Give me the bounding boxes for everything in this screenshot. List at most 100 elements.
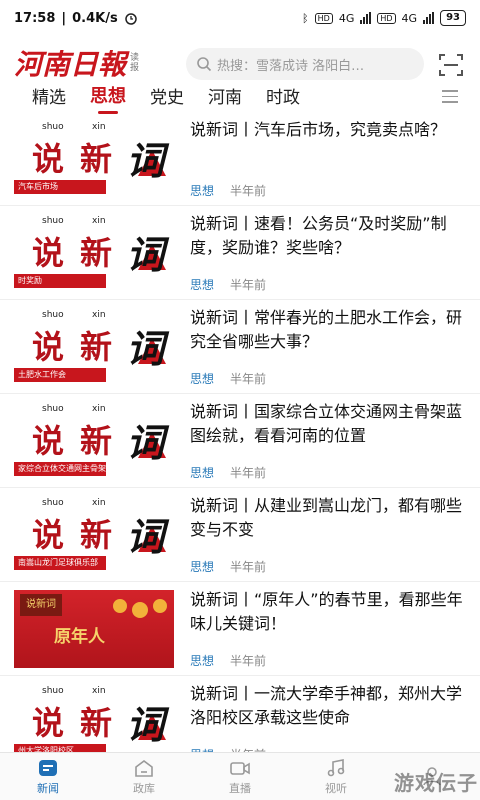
nav-item-1[interactable]: 政库	[96, 753, 192, 800]
thumbnail-char: 新	[80, 234, 113, 272]
thumbnail-pinyin: xin	[92, 686, 106, 696]
thumbnail-char: 新	[80, 140, 113, 178]
thumbnail-char: 词	[126, 702, 165, 747]
thumbnail-char: 词	[126, 420, 165, 465]
video-icon	[230, 761, 250, 775]
list-item[interactable]: 说新词 原年人 说新词丨“原年人”的春节里，看那些年味儿关键词！ 思想 半年前	[0, 582, 480, 676]
search-icon	[197, 57, 212, 72]
thumbnail-band: 汽车后市场	[14, 180, 106, 194]
signal-icon	[360, 12, 372, 24]
thumbnail-pinyin: shuo	[42, 122, 64, 132]
thumbnail-char: 说	[32, 422, 65, 460]
article-title[interactable]: 说新词丨“原年人”的春节里，看那些年味儿关键词！	[190, 588, 470, 636]
article-thumbnail: 说新词 原年人	[14, 590, 174, 668]
thumbnail-pinyin: shuo	[42, 404, 64, 414]
status-time: 17:58	[14, 10, 56, 26]
thumbnail-band: 土肥水工作会	[14, 368, 106, 382]
thumbnail-char: 词	[126, 232, 165, 277]
status-speed: 0.4K/s	[72, 10, 118, 26]
tab-3[interactable]: 河南	[208, 83, 242, 108]
network-type-2: 4G	[401, 11, 418, 25]
nav-label: 视听	[325, 781, 347, 795]
article-thumbnail: shuo xin 说 新 词 州大学洛阳校区	[14, 684, 174, 752]
nav-label: 新闻	[37, 781, 59, 795]
thumbnail-char: 说	[32, 140, 65, 178]
thumbnail-pinyin: shuo	[42, 310, 64, 320]
article-title[interactable]: 说新词丨国家综合立体交通网主骨架蓝图绘就，看看河南的位置	[190, 400, 470, 448]
music-icon	[327, 758, 345, 776]
article-thumbnail: shuo xin 说 新 词 汽车后市场	[14, 120, 174, 198]
list-item[interactable]: shuo xin 说 新 词 土肥水工作会 说新词丨常伴春光的土肥水工作会，研究…	[0, 300, 480, 394]
thumbnail-pinyin: xin	[92, 216, 106, 226]
thumbnail-char: 词	[126, 326, 165, 371]
news-icon	[39, 759, 57, 776]
nav-item-0[interactable]: 新闻	[0, 753, 96, 800]
scan-icon[interactable]	[438, 52, 464, 78]
article-title[interactable]: 说新词丨汽车后市场，究竟卖点啥？	[190, 118, 470, 142]
article-meta: 思想 半年前	[190, 276, 266, 293]
battery-indicator: 93	[440, 10, 466, 26]
tab-2[interactable]: 党史	[150, 83, 184, 108]
status-bar: 17:58 | 0.4K/s ᛒ HD 4G HD 4G 93	[0, 0, 480, 36]
thumbnail-char: 词	[126, 138, 165, 183]
article-meta: 思想 半年前	[190, 558, 266, 575]
logo-text: 河南日報	[14, 48, 127, 81]
article-category[interactable]: 思想	[190, 558, 214, 575]
article-category[interactable]: 思想	[190, 652, 214, 669]
article-category[interactable]: 思想	[190, 370, 214, 387]
thumbnail-pinyin: xin	[92, 310, 106, 320]
nav-label: 直播	[229, 781, 251, 795]
thumbnail-char: 说	[32, 234, 65, 272]
hd-badge: HD	[314, 12, 333, 24]
article-time: 半年前	[230, 184, 267, 198]
article-title[interactable]: 说新词丨速看！公务员“及时奖励”制度，奖励谁？奖些啥？	[190, 212, 470, 260]
thumbnail-pinyin: xin	[92, 122, 106, 132]
article-thumbnail: shuo xin 说 新 词 土肥水工作会	[14, 308, 174, 386]
tab-1[interactable]: 思想	[90, 82, 126, 108]
article-thumbnail: shuo xin 说 新 词 时奖励	[14, 214, 174, 292]
thumbnail-pinyin: shuo	[42, 498, 64, 508]
bluetooth-icon: ᛒ	[302, 11, 309, 25]
article-category[interactable]: 思想	[190, 182, 214, 199]
thumbnail-band: 南嵩山龙门足球俱乐部	[14, 556, 106, 570]
channel-tabs: 精选 思想 党史 河南 时政	[0, 78, 480, 112]
thumbnail-char: 说	[32, 328, 65, 366]
article-time: 半年前	[230, 278, 267, 292]
list-item[interactable]: shuo xin 说 新 词 州大学洛阳校区 说新词丨一流大学牵手神都，郑州大学…	[0, 676, 480, 752]
thumbnail-char: 新	[80, 704, 113, 742]
article-category[interactable]: 思想	[190, 464, 214, 481]
article-meta: 思想 半年前	[190, 652, 266, 669]
thumbnail-text: 原年人	[54, 627, 105, 647]
thumbnail-pinyin: xin	[92, 404, 106, 414]
tab-0[interactable]: 精选	[32, 83, 66, 108]
channel-menu-icon[interactable]	[442, 90, 458, 107]
list-item[interactable]: shuo xin 说 新 词 时奖励 说新词丨速看！公务员“及时奖励”制度，奖励…	[0, 206, 480, 300]
article-time: 半年前	[230, 466, 267, 480]
article-title[interactable]: 说新词丨常伴春光的土肥水工作会，研究全省哪些大事？	[190, 306, 470, 354]
nav-item-3[interactable]: 视听	[288, 753, 384, 800]
thumbnail-band: 州大学洛阳校区	[14, 744, 106, 752]
nav-label: 政库	[133, 781, 155, 795]
article-time: 半年前	[230, 560, 267, 574]
article-meta: 思想 半年前	[190, 370, 266, 387]
article-category[interactable]: 思想	[190, 276, 214, 293]
article-time: 半年前	[230, 654, 267, 668]
thumbnail-pinyin: shuo	[42, 216, 64, 226]
search-input[interactable]: 热搜：雪落成诗 洛阳白…	[186, 48, 424, 80]
list-item[interactable]: shuo xin 说 新 词 南嵩山龙门足球俱乐部 说新词丨从建业到嵩山龙门，都…	[0, 488, 480, 582]
search-placeholder: 热搜：雪落成诗 洛阳白…	[217, 58, 365, 74]
thumbnail-char: 新	[80, 328, 113, 366]
thumbnail-char: 新	[80, 422, 113, 460]
article-time: 半年前	[230, 372, 267, 386]
list-item[interactable]: shuo xin 说 新 词 汽车后市场 说新词丨汽车后市场，究竟卖点啥？ 思想…	[0, 112, 480, 206]
article-title[interactable]: 说新词丨从建业到嵩山龙门，都有哪些变与不变	[190, 494, 470, 542]
app-logo: 河南日報 读报	[14, 44, 140, 82]
thumbnail-char: 说	[32, 516, 65, 554]
nav-item-2[interactable]: 直播	[192, 753, 288, 800]
logo-subtitle: 读报	[130, 53, 140, 73]
article-title[interactable]: 说新词丨一流大学牵手神都，郑州大学洛阳校区承载这些使命	[190, 682, 470, 730]
watermark: 游戏伝子	[394, 771, 478, 795]
thumbnail-mini-logo: 说新词	[20, 594, 62, 616]
tab-4[interactable]: 时政	[266, 83, 300, 108]
list-item[interactable]: shuo xin 说 新 词 家综合立体交通网主骨架 说新词丨国家综合立体交通网…	[0, 394, 480, 488]
